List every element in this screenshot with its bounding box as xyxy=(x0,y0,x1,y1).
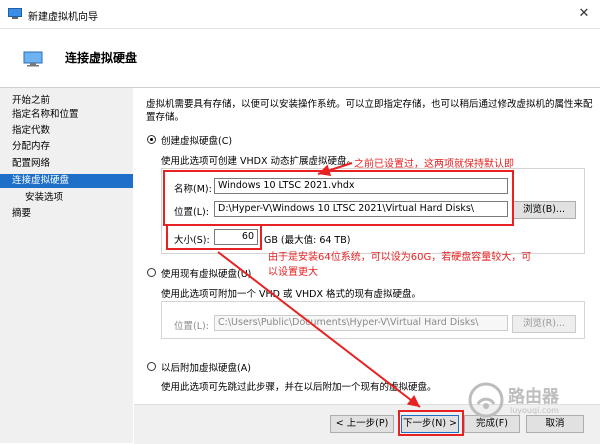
wizard-sidebar: 开始之前 指定名称和位置 指定代数 分配内存 配置网络 连接虚拟硬盘 安装选项 … xyxy=(0,88,133,443)
existing-location-label: 位置(L): xyxy=(174,321,209,332)
wizard-header: 连接虚拟硬盘 xyxy=(0,29,600,88)
existing-vhd-radio[interactable] xyxy=(147,268,156,277)
create-vhd-description: 使用此选项可创建 VHDX 动态扩展虚拟硬盘。 xyxy=(161,156,357,167)
sidebar-item-generation[interactable]: 指定代数 xyxy=(0,124,133,138)
sidebar-item-install-options[interactable]: 安装选项 xyxy=(0,191,133,205)
watermark-text: 路由器 xyxy=(508,387,559,407)
intro-text-line2: 置存储。 xyxy=(146,112,185,123)
create-vhd-radio[interactable] xyxy=(147,135,156,144)
attach-later-label[interactable]: 以后附加虚拟硬盘(A) xyxy=(161,360,251,374)
existing-vhd-label[interactable]: 使用现有虚拟硬盘(U) xyxy=(161,266,251,280)
existing-browse-button[interactable]: 浏览(R)... xyxy=(512,315,576,333)
annotation-box-name-location xyxy=(163,170,514,226)
vhd-browse-button[interactable]: 浏览(B)... xyxy=(512,201,576,219)
annotation-box-size xyxy=(166,224,262,250)
sidebar-item-name-location[interactable]: 指定名称和位置 xyxy=(0,108,133,122)
attach-later-radio[interactable] xyxy=(147,362,156,371)
annotation-box-next xyxy=(398,410,464,436)
sidebar-item-before-you-begin[interactable]: 开始之前 xyxy=(0,94,133,108)
close-icon[interactable]: ✕ xyxy=(574,4,594,24)
sidebar-item-summary[interactable]: 摘要 xyxy=(0,207,133,221)
watermark-subtext: luyouqi.com xyxy=(510,406,559,415)
sidebar-item-virtual-disk[interactable]: 连接虚拟硬盘 xyxy=(0,174,133,188)
existing-vhd-description: 使用此选项可附加一个 VHD 或 VHDX 格式的现有虚拟硬盘。 xyxy=(161,289,422,300)
hyper-v-app-icon xyxy=(8,8,22,19)
attach-later-description: 使用此选项可先跳过此步骤，并在以后附加一个现有的虚拟硬盘。 xyxy=(161,382,437,393)
title-bar: 新建虚拟机向导 ✕ xyxy=(0,0,600,29)
existing-location-input[interactable]: C:\Users\Public\Documents\Hyper-V\Virtua… xyxy=(214,315,508,331)
page-title: 连接虚拟硬盘 xyxy=(65,51,138,65)
watermark-logo: 路由器 luyouqi.com xyxy=(468,378,596,424)
intro-text-line1: 虚拟机需要具有存储，以便可以安装操作系统。可以立即指定存储，也可以稍后通过修改虚… xyxy=(146,99,593,110)
annotation-note-defaults: 之前已设置过，这两项就保持默认即 xyxy=(354,159,514,170)
create-vhd-label[interactable]: 创建虚拟硬盘(C) xyxy=(161,133,232,147)
router-logo-icon xyxy=(468,382,504,418)
sidebar-item-memory[interactable]: 分配内存 xyxy=(0,140,133,154)
window-title: 新建虚拟机向导 xyxy=(28,12,98,23)
monitor-icon xyxy=(23,51,43,67)
previous-button[interactable]: < 上一步(P) xyxy=(330,415,394,433)
annotation-note-size-line2: 以设置更大 xyxy=(268,267,318,278)
vhd-size-unit: GB (最大值: 64 TB) xyxy=(264,235,351,246)
sidebar-item-network[interactable]: 配置网络 xyxy=(0,157,133,171)
annotation-note-size-line1: 由于是安装64位系统，可以设为60G，若硬盘容量较大，可 xyxy=(268,252,532,263)
